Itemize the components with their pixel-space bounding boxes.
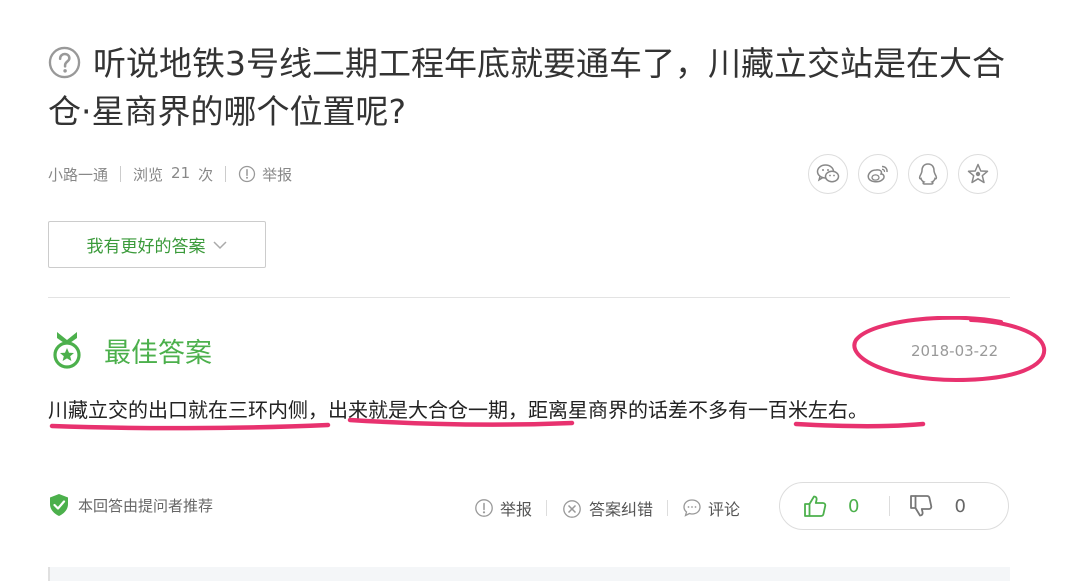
answer-correct-button[interactable]: 答案纠错 bbox=[561, 496, 653, 520]
question-icon bbox=[48, 46, 81, 79]
thumbs-up-icon bbox=[804, 495, 827, 517]
best-answer-text: 川藏立交的出口就在三环内侧，出来就是大合仓一期，距离星商界的话差不多有一百米左右… bbox=[48, 398, 868, 422]
weibo-icon bbox=[867, 165, 888, 183]
better-answer-button[interactable]: 我有更好的答案 bbox=[48, 221, 266, 268]
answer-report-label: 举报 bbox=[500, 500, 533, 519]
recommend-text: 本回答由提问者推荐 bbox=[78, 496, 214, 515]
views-unit: 次 bbox=[198, 165, 214, 184]
answer-report-button[interactable]: 举报 bbox=[474, 496, 532, 520]
verified-shield-icon bbox=[50, 494, 68, 516]
wechat-icon bbox=[816, 164, 840, 183]
next-section-panel bbox=[48, 567, 1010, 581]
question-title-text: 听说地铁3号线二期工程年底就要通车了，川藏立交站是在大合仓·星商界的哪个位置呢? bbox=[48, 44, 1005, 131]
answer-date: 2018-03-22 bbox=[911, 342, 999, 360]
thumbs-down-icon bbox=[910, 495, 933, 517]
meta-divider bbox=[225, 166, 227, 182]
view-count: 浏览 21 次 bbox=[133, 164, 213, 185]
medal-icon bbox=[53, 332, 81, 369]
comment-label: 评论 bbox=[708, 500, 741, 519]
meta-divider bbox=[120, 166, 122, 182]
share-wechat-button[interactable] bbox=[808, 154, 848, 194]
answer-actions: 举报 答案纠错 评论 bbox=[474, 496, 740, 520]
best-answer-title: 最佳答案 bbox=[104, 337, 212, 369]
downvote-count: 0 bbox=[954, 495, 966, 517]
views-label: 浏览 bbox=[133, 165, 164, 184]
report-label: 举报 bbox=[262, 165, 293, 184]
question-author[interactable]: 小路一通 bbox=[48, 164, 108, 185]
vote-box: 0 0 bbox=[779, 482, 1009, 530]
page: 听说地铁3号线二期工程年底就要通车了，川藏立交站是在大合仓·星商界的哪个位置呢?… bbox=[0, 0, 1080, 581]
share-bar bbox=[808, 154, 998, 194]
action-divider bbox=[546, 500, 548, 516]
share-weibo-button[interactable] bbox=[858, 154, 898, 194]
report-icon bbox=[238, 165, 256, 183]
chevron-down-icon bbox=[212, 240, 227, 249]
best-answer-header: 最佳答案 bbox=[48, 330, 212, 370]
correction-icon bbox=[563, 500, 581, 518]
question-report-link[interactable]: 举报 bbox=[238, 164, 292, 185]
report-icon bbox=[475, 499, 493, 517]
asker-recommend: 本回答由提问者推荐 bbox=[48, 493, 213, 517]
upvote-button[interactable]: 0 bbox=[802, 493, 859, 519]
question-title: 听说地铁3号线二期工程年底就要通车了，川藏立交站是在大合仓·星商界的哪个位置呢? bbox=[48, 40, 1008, 136]
answer-correct-label: 答案纠错 bbox=[589, 500, 654, 519]
views-number: 21 bbox=[171, 163, 191, 182]
question-meta: 小路一通 浏览 21 次 举报 bbox=[48, 163, 292, 185]
share-qq-button[interactable] bbox=[908, 154, 948, 194]
qq-icon bbox=[918, 163, 938, 185]
action-divider bbox=[667, 500, 669, 516]
better-answer-label: 我有更好的答案 bbox=[86, 237, 206, 257]
favorite-button[interactable] bbox=[958, 154, 998, 194]
favorite-icon bbox=[967, 163, 989, 184]
comment-button[interactable]: 评论 bbox=[682, 496, 740, 520]
comment-icon bbox=[683, 499, 701, 517]
downvote-button[interactable]: 0 bbox=[908, 493, 966, 519]
upvote-count: 0 bbox=[848, 495, 860, 517]
vote-divider bbox=[889, 496, 891, 516]
section-divider bbox=[48, 297, 1010, 298]
